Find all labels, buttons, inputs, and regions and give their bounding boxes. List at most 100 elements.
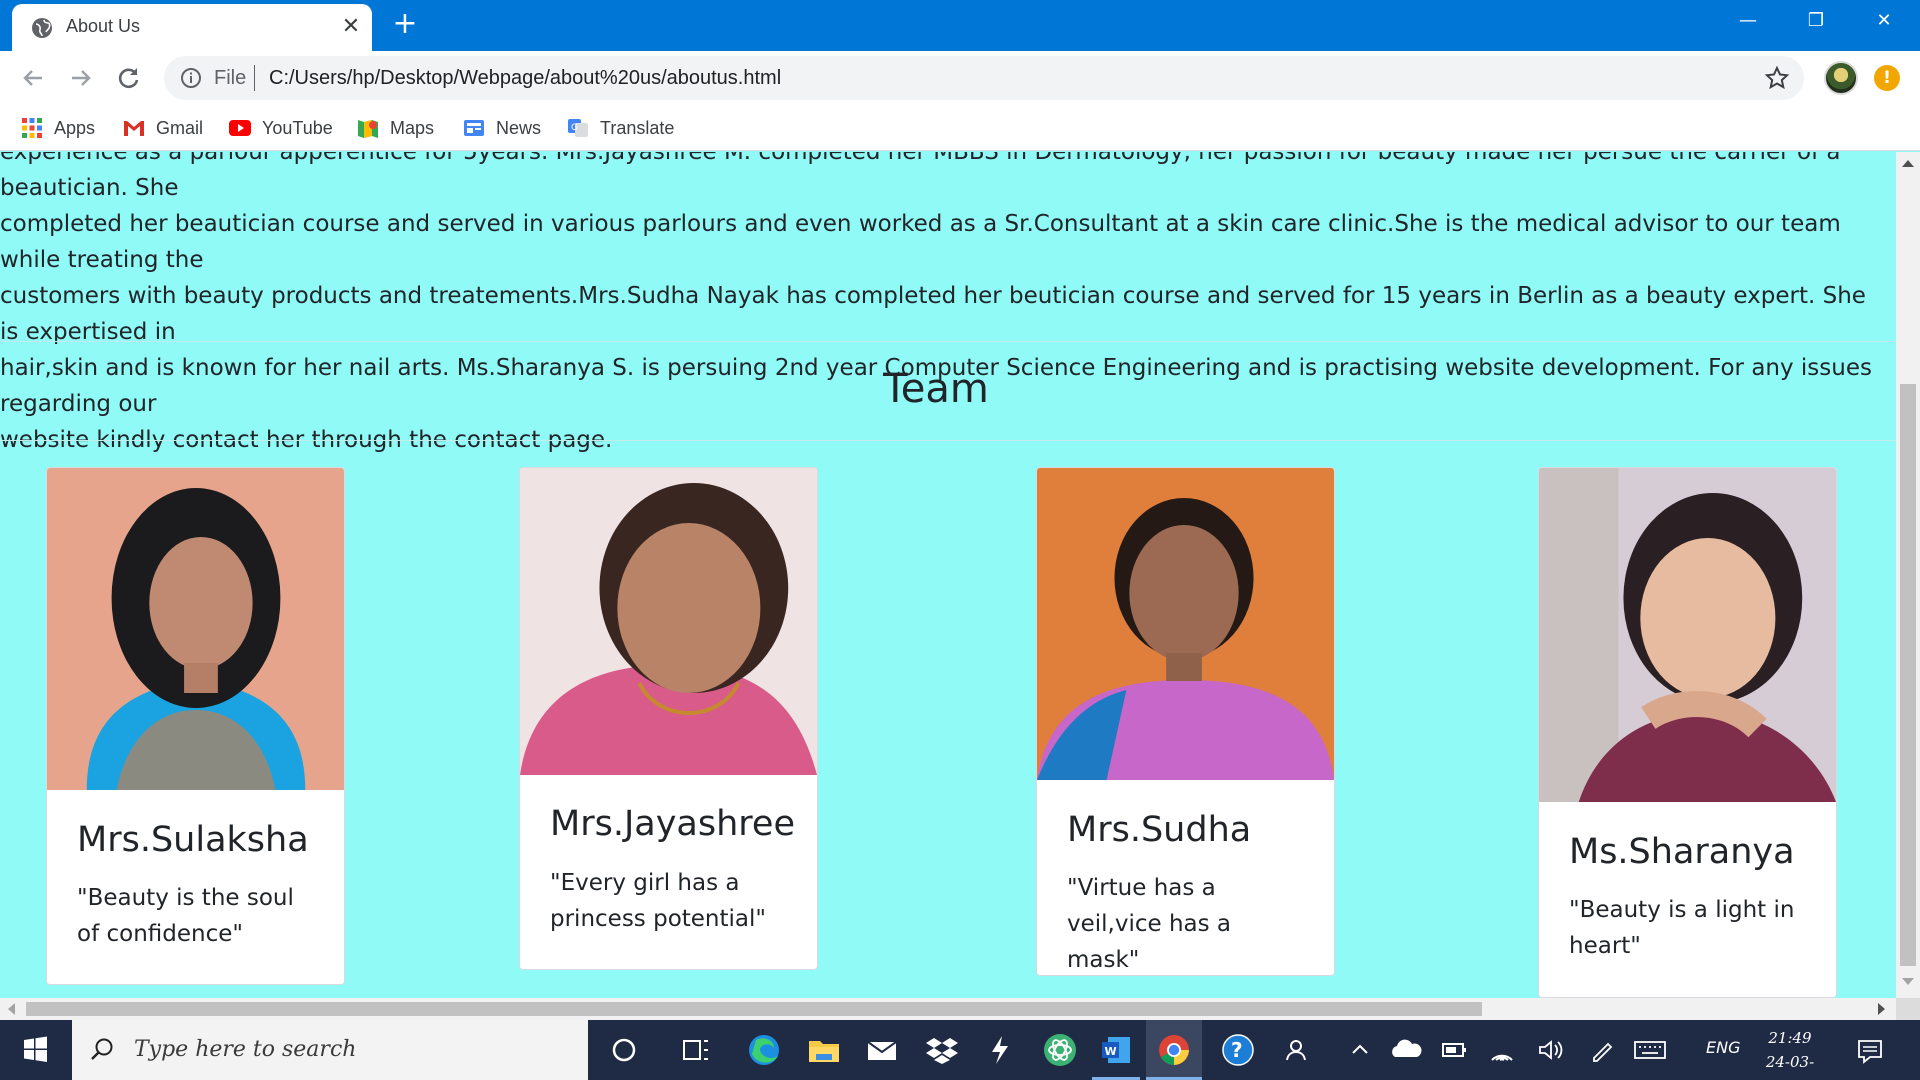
team-member-name: Mrs.Jayashree [550,804,795,844]
close-window-button[interactable]: ✕ [1864,6,1904,36]
volume-icon[interactable] [1530,1030,1570,1070]
about-line: completed her beautician course and serv… [0,211,1841,273]
touch-keyboard-icon[interactable] [1630,1030,1670,1070]
tray-chevron-up-icon[interactable] [1340,1030,1380,1070]
address-bar[interactable]: File C:/Users/hp/Desktop/Webpage/about%2… [164,56,1804,100]
word-icon[interactable]: W [1096,1030,1136,1070]
scroll-up-arrow-icon[interactable] [1902,160,1914,167]
team-card-sharanya: Ms.Sharanya "Beauty is a light in heart" [1538,467,1837,998]
clock-time: 21:49 [1768,1029,1812,1047]
new-tab-button[interactable]: + [390,9,420,40]
bookmark-label: Apps [54,117,96,138]
forward-arrow-icon[interactable] [66,63,96,93]
team-card-sulaksha: Mrs.Sulaksha "Beauty is the soul of conf… [46,467,345,985]
file-explorer-icon[interactable] [804,1030,844,1070]
clock-date: 24-03-2020 [1765,1053,1815,1080]
minimize-button[interactable]: — [1728,6,1768,36]
info-icon[interactable] [180,67,202,89]
team-member-quote: "Beauty is a light in heart" [1569,897,1795,959]
bookmark-label: YouTube [262,117,333,138]
team-photo [1539,468,1836,802]
action-center-icon[interactable] [1850,1030,1890,1070]
task-view-icon[interactable] [676,1030,716,1070]
horizontal-scrollbar[interactable] [0,998,1896,1020]
tab-about-us[interactable]: About Us ✕ [12,4,372,51]
bookmarks-bar: Apps Gmail YouTube Maps News G Translate [0,105,1920,151]
chrome-icon[interactable] [1154,1030,1194,1070]
dropbox-icon[interactable] [922,1030,962,1070]
team-card-jayashree: Mrs.Jayashree "Every girl has a princess… [519,467,818,970]
about-paragraph: experience as a parlour apperentice for … [0,152,1880,458]
bookmark-label: News [496,117,542,138]
scroll-right-arrow-icon[interactable] [1878,1003,1885,1015]
team-member-name: Mrs.Sudha [1067,810,1252,850]
team-heading: Team [883,366,989,412]
url-text[interactable]: C:/Users/hp/Desktop/Webpage/about%20us/a… [269,67,781,90]
news-icon [464,120,484,136]
atom-app-icon[interactable] [1040,1030,1080,1070]
search-placeholder: Type here to search [134,1037,357,1062]
page-viewport: experience as a parlour apperentice for … [0,152,1896,998]
about-line: experience as a parlour apperentice for … [0,152,1841,201]
globe-icon [32,18,52,38]
system-clock[interactable]: 21:49 24-03-2020 [1750,1026,1830,1080]
scrollbar-corner [1896,998,1920,1020]
maps-icon [358,120,378,138]
taskbar-search-box[interactable]: Type here to search [72,1020,588,1080]
bookmark-maps[interactable]: Maps [356,115,434,141]
bookmark-youtube[interactable]: YouTube [228,115,333,141]
scroll-down-arrow-icon[interactable] [1902,978,1914,985]
cortana-icon[interactable] [604,1030,644,1070]
reload-icon[interactable] [114,63,144,93]
mail-icon[interactable] [862,1030,902,1070]
bookmark-apps[interactable]: Apps [20,115,95,141]
bookmark-news[interactable]: News [462,115,541,141]
team-member-quote: "Beauty is the soul of confidence" [77,885,294,947]
windows-taskbar: Type here to search W ? ENG 21:49 24-03- [0,1020,1920,1080]
app-swoosh-icon[interactable] [980,1030,1020,1070]
bookmark-star-icon[interactable] [1764,65,1790,91]
browser-tab-strip: About Us ✕ + — ❐ ✕ [0,0,1920,51]
team-member-quote: "Virtue has a veil,vice has a mask" [1067,875,1232,973]
tab-close-icon[interactable]: ✕ [338,14,364,40]
gmail-icon [124,121,144,136]
team-card-sudha: Mrs.Sudha "Virtue has a veil,vice has a … [1036,467,1335,976]
tab-title: About Us [66,16,141,36]
restore-button[interactable]: ❐ [1796,6,1836,36]
team-member-name: Mrs.Sulaksha [77,820,309,860]
svg-text:?: ? [1231,1038,1243,1062]
back-arrow-icon[interactable] [18,63,48,93]
people-icon[interactable] [1278,1030,1318,1070]
windows-start-icon[interactable] [0,1020,70,1080]
apps-grid-icon [22,118,42,138]
bookmark-translate[interactable]: G Translate [566,115,674,141]
help-icon[interactable]: ? [1218,1030,1258,1070]
search-icon [91,1038,113,1060]
edge-browser-icon[interactable] [744,1030,784,1070]
battery-icon[interactable] [1434,1030,1474,1070]
bookmark-gmail[interactable]: Gmail [122,115,203,141]
svg-text:W: W [1105,1045,1117,1058]
update-warning-icon[interactable]: ! [1874,65,1900,91]
translate-icon: G [568,119,588,137]
browser-toolbar: File C:/Users/hp/Desktop/Webpage/about%2… [0,51,1920,105]
language-indicator[interactable]: ENG [1706,1038,1740,1057]
pen-ink-icon[interactable] [1582,1030,1622,1070]
section-divider [0,341,1896,342]
scroll-left-arrow-icon[interactable] [8,1003,15,1015]
svg-text:G: G [571,123,578,133]
vertical-scrollbar[interactable] [1896,152,1920,998]
wifi-icon[interactable] [1482,1030,1522,1070]
bookmark-label: Maps [390,117,435,138]
team-photo [47,468,344,790]
bookmark-label: Gmail [156,117,204,138]
horizontal-scroll-thumb[interactable] [26,1002,1482,1016]
vertical-scroll-thumb[interactable] [1900,384,1916,966]
onedrive-cloud-icon[interactable] [1386,1030,1426,1070]
youtube-icon [229,120,251,136]
team-photo [1037,468,1334,780]
profile-avatar[interactable] [1824,61,1858,95]
scheme-label: File [214,67,247,89]
omnibox-divider [254,65,255,91]
section-divider [0,440,1896,441]
